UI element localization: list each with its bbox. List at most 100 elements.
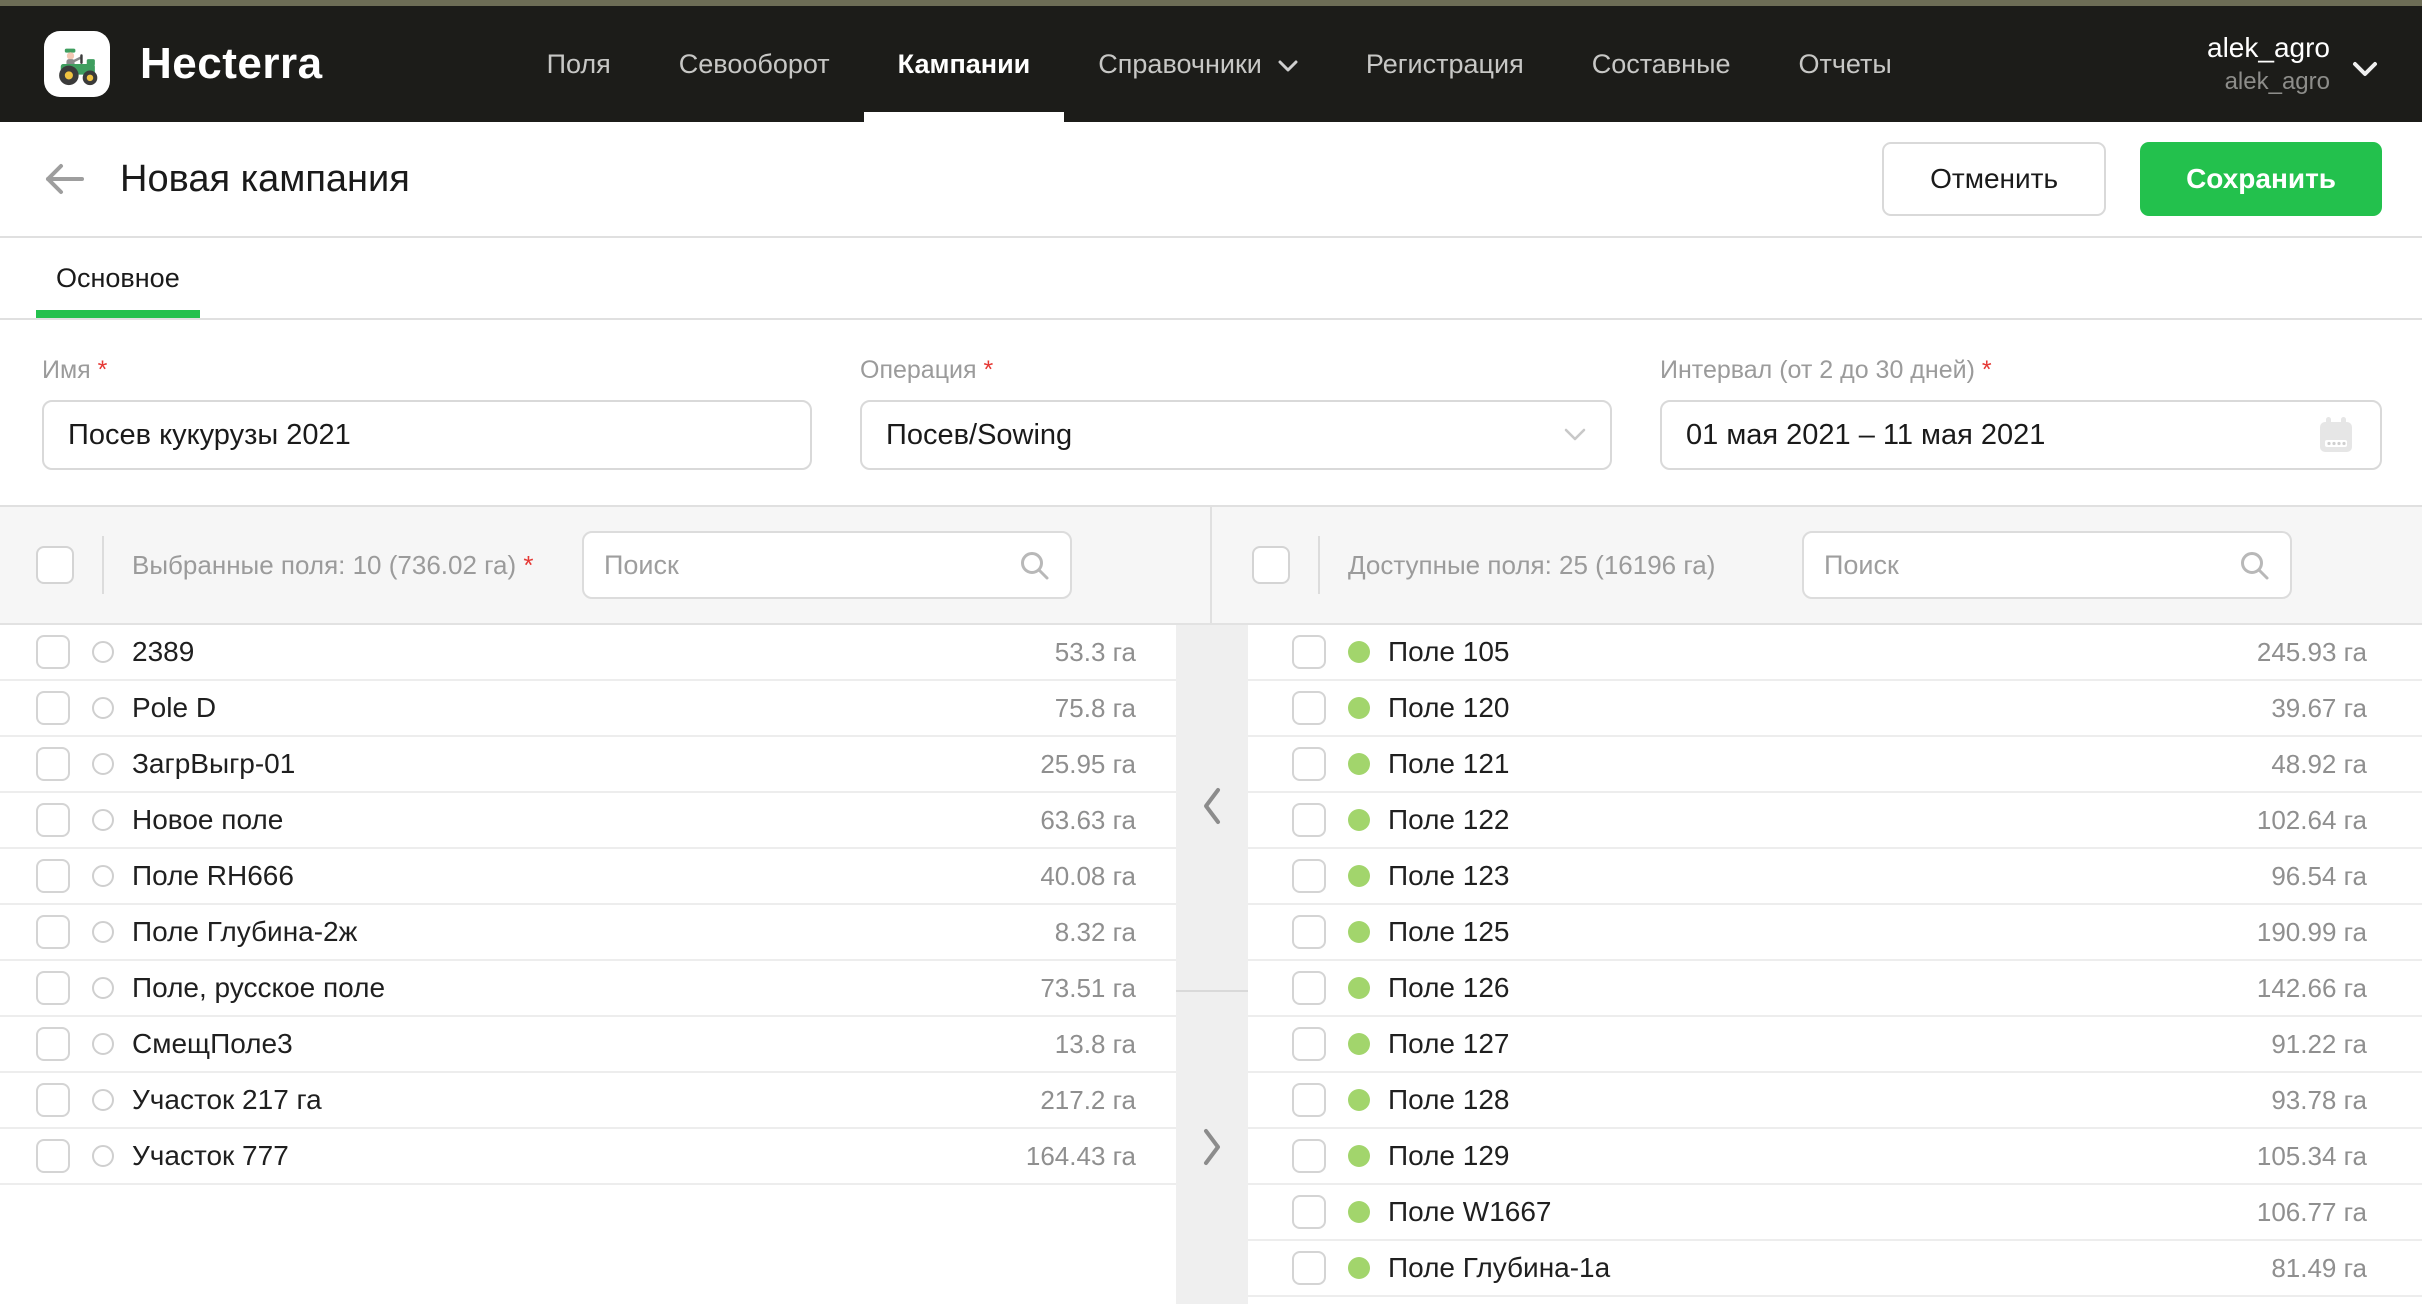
row-checkbox[interactable] xyxy=(1292,635,1326,669)
main-nav: Поля Севооборот Кампании Справочники Рег… xyxy=(513,6,1926,122)
field-row[interactable]: Участок 777 164.43 га xyxy=(0,1129,1176,1185)
field-row[interactable]: Поле 127 91.22 га xyxy=(1248,1017,2422,1073)
tractor-icon xyxy=(51,38,103,90)
row-checkbox[interactable] xyxy=(36,1083,70,1117)
field-row[interactable]: СмещПоле3 13.8 га xyxy=(0,1017,1176,1073)
nav-item-crop-rotation[interactable]: Севооборот xyxy=(645,6,864,122)
field-status-dot xyxy=(1348,865,1370,887)
app-logo[interactable] xyxy=(44,31,110,97)
row-checkbox[interactable] xyxy=(1292,1083,1326,1117)
row-checkbox[interactable] xyxy=(1292,971,1326,1005)
field-row[interactable]: Поле 125 190.99 га xyxy=(1248,905,2422,961)
row-checkbox[interactable] xyxy=(36,971,70,1005)
field-row[interactable]: Поле Глубина-2ж 8.32 га xyxy=(0,905,1176,961)
field-status-dot xyxy=(1348,1257,1370,1279)
row-checkbox[interactable] xyxy=(36,859,70,893)
name-field-label: Имя * xyxy=(42,356,812,385)
row-checkbox[interactable] xyxy=(36,1139,70,1173)
header-actions: Отменить Сохранить xyxy=(1882,142,2382,216)
field-row[interactable]: Поле 123 96.54 га xyxy=(1248,849,2422,905)
field-area: 217.2 га xyxy=(1040,1085,1136,1116)
field-row[interactable]: Поле Глубина-1а 81.49 га xyxy=(1248,1241,2422,1297)
field-row[interactable]: Участок 217 га 217.2 га xyxy=(0,1073,1176,1129)
row-checkbox[interactable] xyxy=(36,915,70,949)
field-row[interactable]: Поле RH666 40.08 га xyxy=(0,849,1176,905)
move-to-available-button[interactable] xyxy=(1189,1116,1235,1181)
available-search-input[interactable] xyxy=(1824,550,2238,581)
chevron-down-icon xyxy=(1278,60,1298,73)
row-checkbox[interactable] xyxy=(36,803,70,837)
field-row[interactable]: 2389 53.3 га xyxy=(0,625,1176,681)
field-name: Поле Глубина-1а xyxy=(1388,1252,1610,1284)
field-row[interactable]: Поле 105 245.93 га xyxy=(1248,625,2422,681)
field-name: Поле 123 xyxy=(1388,860,1510,892)
field-area: 25.95 га xyxy=(1040,749,1136,780)
back-button[interactable] xyxy=(40,157,92,201)
operation-select[interactable]: Посев/Sowing xyxy=(860,400,1612,470)
field-status-dot xyxy=(1348,921,1370,943)
move-to-selected-button[interactable] xyxy=(1189,775,1235,840)
campaign-name-input[interactable] xyxy=(68,419,786,452)
transfer-divider xyxy=(1176,625,1248,1304)
interval-date-value: 01 мая 2021 – 11 мая 2021 xyxy=(1686,419,2045,452)
field-status-dot xyxy=(1348,697,1370,719)
field-row[interactable]: Поле 128 93.78 га xyxy=(1248,1073,2422,1129)
row-checkbox[interactable] xyxy=(1292,1251,1326,1285)
nav-item-registration[interactable]: Регистрация xyxy=(1332,6,1558,122)
field-row[interactable]: Поле W1667 106.77 га xyxy=(1248,1185,2422,1241)
nav-item-reports[interactable]: Отчеты xyxy=(1765,6,1926,122)
selected-search-input[interactable] xyxy=(604,550,1018,581)
row-checkbox[interactable] xyxy=(1292,1027,1326,1061)
field-row[interactable]: Новое поле 63.63 га xyxy=(0,793,1176,849)
row-checkbox[interactable] xyxy=(36,747,70,781)
row-checkbox[interactable] xyxy=(1292,747,1326,781)
page-header: Новая кампания Отменить Сохранить xyxy=(0,122,2422,238)
field-picker: Выбранные поля: 10 (736.02 га) * Доступн… xyxy=(0,505,2422,1304)
row-checkbox[interactable] xyxy=(1292,1139,1326,1173)
field-status-dot xyxy=(1348,1201,1370,1223)
select-all-available-checkbox[interactable] xyxy=(1252,546,1290,584)
operation-field-label: Операция * xyxy=(860,356,1612,385)
row-checkbox[interactable] xyxy=(1292,1195,1326,1229)
field-row[interactable]: Поле 120 39.67 га xyxy=(1248,681,2422,737)
name-field-group: Имя * xyxy=(42,320,812,505)
row-checkbox[interactable] xyxy=(36,635,70,669)
field-name: ЗагрВыгр-01 xyxy=(132,748,295,780)
field-area: 164.43 га xyxy=(1026,1141,1136,1172)
nav-item-directories[interactable]: Справочники xyxy=(1064,6,1332,122)
tab-general[interactable]: Основное xyxy=(36,238,200,318)
field-area: 40.08 га xyxy=(1040,861,1136,892)
row-checkbox[interactable] xyxy=(36,691,70,725)
field-name: Поле 125 xyxy=(1388,916,1510,948)
select-all-selected-checkbox[interactable] xyxy=(36,546,74,584)
nav-item-fields[interactable]: Поля xyxy=(513,6,645,122)
field-status-dot xyxy=(92,753,114,775)
field-row[interactable]: Поле 121 48.92 га xyxy=(1248,737,2422,793)
field-status-dot xyxy=(92,697,114,719)
campaign-form: Имя * Операция * Посев/Sowing Интервал (… xyxy=(0,320,2422,505)
row-checkbox[interactable] xyxy=(1292,915,1326,949)
field-row[interactable]: Поле 126 142.66 га xyxy=(1248,961,2422,1017)
field-status-dot xyxy=(1348,809,1370,831)
row-checkbox[interactable] xyxy=(36,1027,70,1061)
nav-item-campaigns[interactable]: Кампании xyxy=(864,6,1065,122)
field-row[interactable]: Поле 129 105.34 га xyxy=(1248,1129,2422,1185)
interval-date-range[interactable]: 01 мая 2021 – 11 мая 2021 xyxy=(1660,400,2382,470)
field-row[interactable]: ЗагрВыгр-01 25.95 га xyxy=(0,737,1176,793)
field-name: Поле W1667 xyxy=(1388,1196,1552,1228)
field-area: 93.78 га xyxy=(2271,1085,2367,1116)
field-status-dot xyxy=(92,977,114,999)
required-mark: * xyxy=(98,356,108,384)
nav-item-composite[interactable]: Составные xyxy=(1558,6,1765,122)
field-area: 245.93 га xyxy=(2257,637,2367,668)
field-row[interactable]: Поле 122 102.64 га xyxy=(1248,793,2422,849)
row-checkbox[interactable] xyxy=(1292,803,1326,837)
selected-panel-header: Выбранные поля: 10 (736.02 га) * xyxy=(0,507,1212,623)
row-checkbox[interactable] xyxy=(1292,859,1326,893)
row-checkbox[interactable] xyxy=(1292,691,1326,725)
user-menu[interactable]: alek_agro alek_agro xyxy=(2207,6,2378,122)
field-row[interactable]: Поле, русское поле 73.51 га xyxy=(0,961,1176,1017)
save-button[interactable]: Сохранить xyxy=(2140,142,2382,216)
cancel-button[interactable]: Отменить xyxy=(1882,142,2106,216)
field-row[interactable]: Pole D 75.8 га xyxy=(0,681,1176,737)
